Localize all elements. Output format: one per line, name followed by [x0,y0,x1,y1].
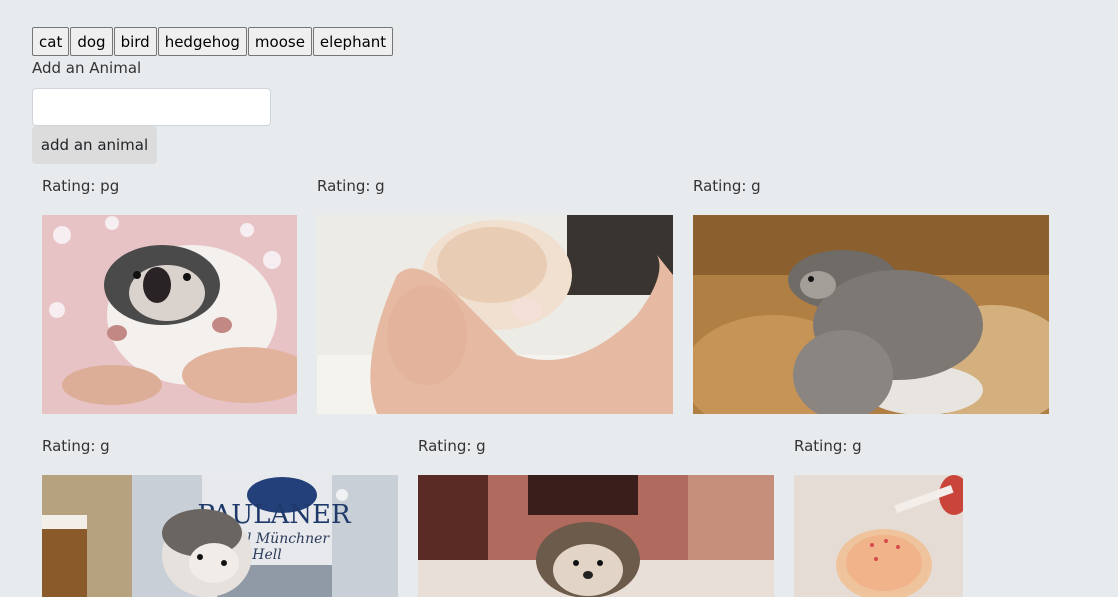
gif-rating: Rating: g [794,437,862,455]
hedgehog-bath-icon [794,475,963,597]
hedgehog-in-hands-icon [317,215,673,414]
baby-hedgehogs-on-fur-icon [693,215,1049,414]
add-animal-label: Add an Animal [32,59,142,77]
hedgehog-with-paulaner-beer-icon: PAULANER riginal Münchner Hell [42,475,398,597]
topic-button-bird[interactable]: bird [113,27,157,56]
gif-rating: Rating: g [42,437,110,455]
gif-image[interactable] [42,215,297,414]
beer-line2-label: Hell [251,547,281,563]
topic-button-cat[interactable]: cat [32,27,70,56]
hedgehog-on-back-pink-blanket-icon [42,215,297,414]
add-animal-input[interactable] [32,88,271,126]
hedgehog-in-bedroom-icon [418,475,774,597]
gif-image[interactable] [693,215,1049,414]
topic-button-bar: cat dog bird hedgehog moose elephant [32,27,394,56]
gif-rating: Rating: g [317,177,385,195]
topic-button-elephant[interactable]: elephant [312,27,394,56]
gif-image[interactable] [317,215,673,414]
gif-image[interactable] [794,475,963,597]
add-animal-button[interactable]: add an animal [32,126,157,164]
gif-image[interactable] [418,475,774,597]
gif-image[interactable]: PAULANER riginal Münchner Hell [42,475,398,597]
gif-rating: Rating: g [693,177,761,195]
topic-button-moose[interactable]: moose [247,27,312,56]
topic-button-dog[interactable]: dog [70,27,113,56]
topic-button-hedgehog[interactable]: hedgehog [157,27,247,56]
gif-rating: Rating: pg [42,177,120,195]
gif-rating: Rating: g [418,437,486,455]
